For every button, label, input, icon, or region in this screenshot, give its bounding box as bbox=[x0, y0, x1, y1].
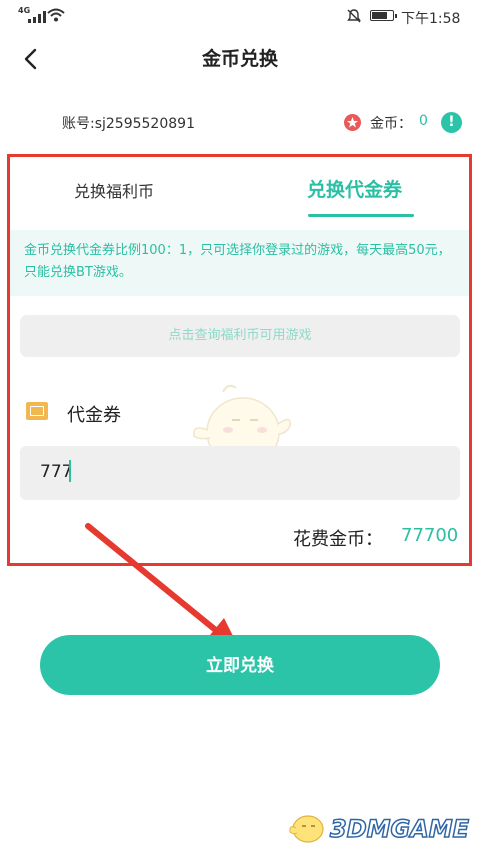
voucher-amount-input[interactable] bbox=[20, 446, 460, 500]
info-icon[interactable]: ! bbox=[441, 112, 462, 133]
coin-star-icon bbox=[344, 114, 361, 131]
page-title: 金币兑换 bbox=[201, 48, 278, 70]
voucher-label: 代金券 bbox=[67, 405, 121, 426]
battery-icon bbox=[370, 10, 397, 21]
tab-exchange-voucher[interactable]: 兑换代金券 bbox=[307, 175, 402, 202]
coin-label: 金币： bbox=[370, 116, 412, 132]
text-caret bbox=[69, 460, 71, 482]
cost-label: 花费金币： bbox=[293, 529, 383, 550]
exchange-now-button[interactable]: 立即兑换 bbox=[40, 635, 440, 695]
notice-text: 金币兑换代金券比例100：1，只可选择你登录过的游戏，每天最高50元，只能兑换B… bbox=[24, 243, 451, 280]
coin-balance: 0 bbox=[419, 113, 428, 129]
wifi-icon bbox=[47, 8, 65, 22]
voucher-icon bbox=[26, 402, 48, 420]
clock: 下午1:58 bbox=[401, 11, 461, 27]
active-tab-underline bbox=[308, 214, 414, 217]
3dmgame-logo-icon bbox=[289, 815, 324, 843]
voucher-amount-value: 777 bbox=[40, 462, 73, 482]
status-bar: 4G 下午1:58 bbox=[0, 0, 480, 34]
tab-exchange-welfare-coin[interactable]: 兑换福利币 bbox=[74, 178, 154, 202]
watermark-text: 3DMGAME bbox=[329, 814, 470, 844]
account-id: 账号:sj2595520891 bbox=[62, 116, 195, 132]
query-games-button[interactable]: 点击查询福利币可用游戏 bbox=[20, 315, 460, 357]
back-icon[interactable] bbox=[18, 44, 48, 74]
cost-value: 77700 bbox=[401, 525, 459, 546]
mute-bell-icon bbox=[347, 9, 361, 23]
